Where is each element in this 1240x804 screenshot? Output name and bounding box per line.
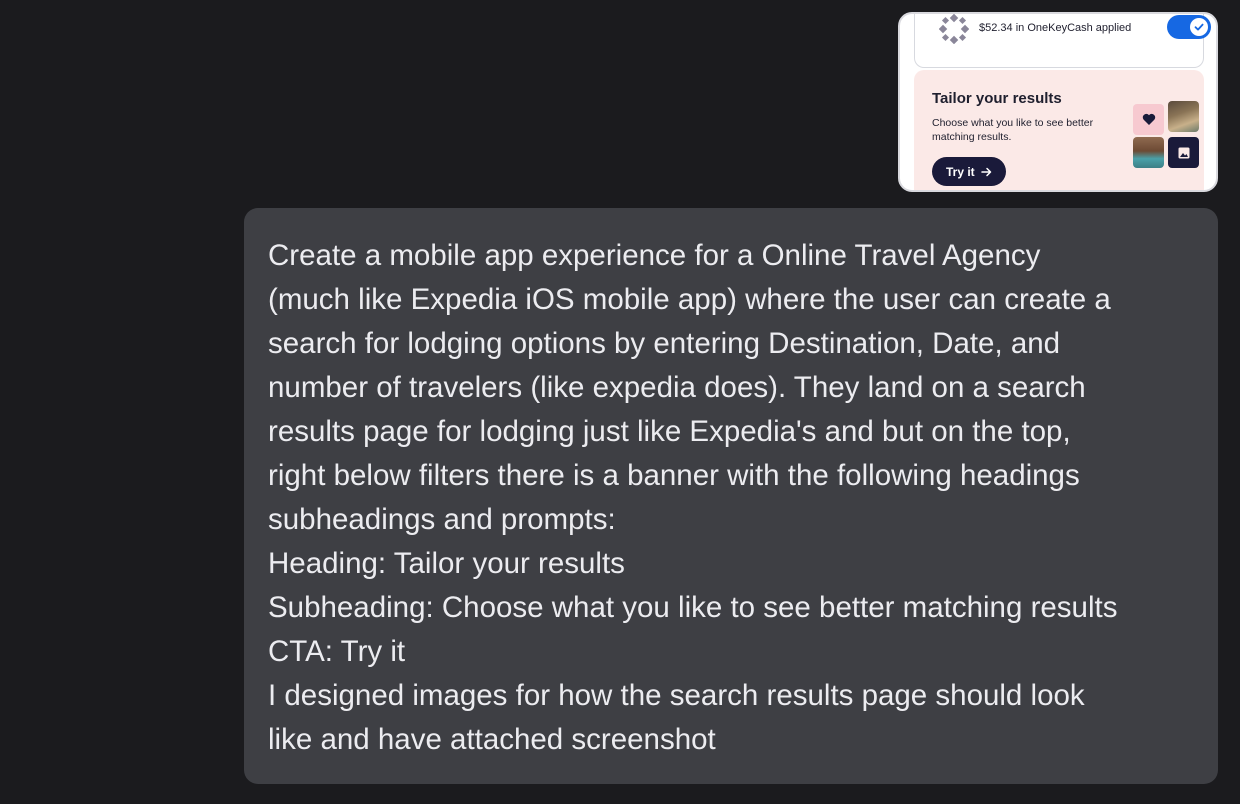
onekeycash-toggle[interactable] — [1167, 15, 1211, 39]
image-icon — [1178, 147, 1189, 158]
message-line: right below filters there is a banner wi… — [268, 459, 1080, 492]
message-line: subheadings and prompts: — [268, 503, 616, 536]
message-line: Create a mobile app experience for a Onl… — [268, 239, 1041, 272]
onekeycash-icon — [939, 14, 969, 44]
user-message-bubble: Create a mobile app experience for a Onl… — [244, 208, 1218, 784]
message-line: number of travelers (like expedia does).… — [268, 371, 1086, 404]
heart-tile — [1133, 104, 1164, 135]
message-line: CTA: Try it — [268, 635, 406, 668]
message-line: like and have attached screenshot — [268, 723, 716, 756]
message-line: I designed images for how the search res… — [268, 679, 1085, 712]
check-icon — [1194, 23, 1204, 31]
onekeycash-label: $52.34 in OneKeyCash applied — [979, 22, 1132, 34]
message-line: Heading: Tailor your results — [268, 547, 625, 580]
message-line: Subheading: Choose what you like to see … — [268, 591, 1118, 624]
message-line: results page for lodging just like Exped… — [268, 415, 1071, 448]
message-line: search for lodging options by entering D… — [268, 327, 1061, 360]
heart-icon — [1142, 113, 1155, 125]
pool-photo-tile — [1133, 137, 1164, 168]
try-it-button[interactable]: Try it — [932, 157, 1006, 186]
image-tile — [1168, 137, 1199, 168]
hotel-photo-tile — [1168, 101, 1199, 132]
arrow-right-icon — [980, 167, 991, 176]
try-it-label: Try it — [946, 164, 975, 179]
tailor-results-banner: Tailor your results Choose what you like… — [914, 70, 1204, 190]
banner-subheading: Choose what you like to see better match… — [932, 117, 1094, 143]
toggle-knob — [1190, 18, 1208, 36]
banner-heading: Tailor your results — [932, 90, 1062, 107]
attached-screenshot[interactable]: $52.34 in OneKeyCash applied Tailor your… — [898, 12, 1218, 192]
message-line: (much like Expedia iOS mobile app) where… — [268, 283, 1111, 316]
onekeycash-row: $52.34 in OneKeyCash applied — [914, 14, 1211, 68]
